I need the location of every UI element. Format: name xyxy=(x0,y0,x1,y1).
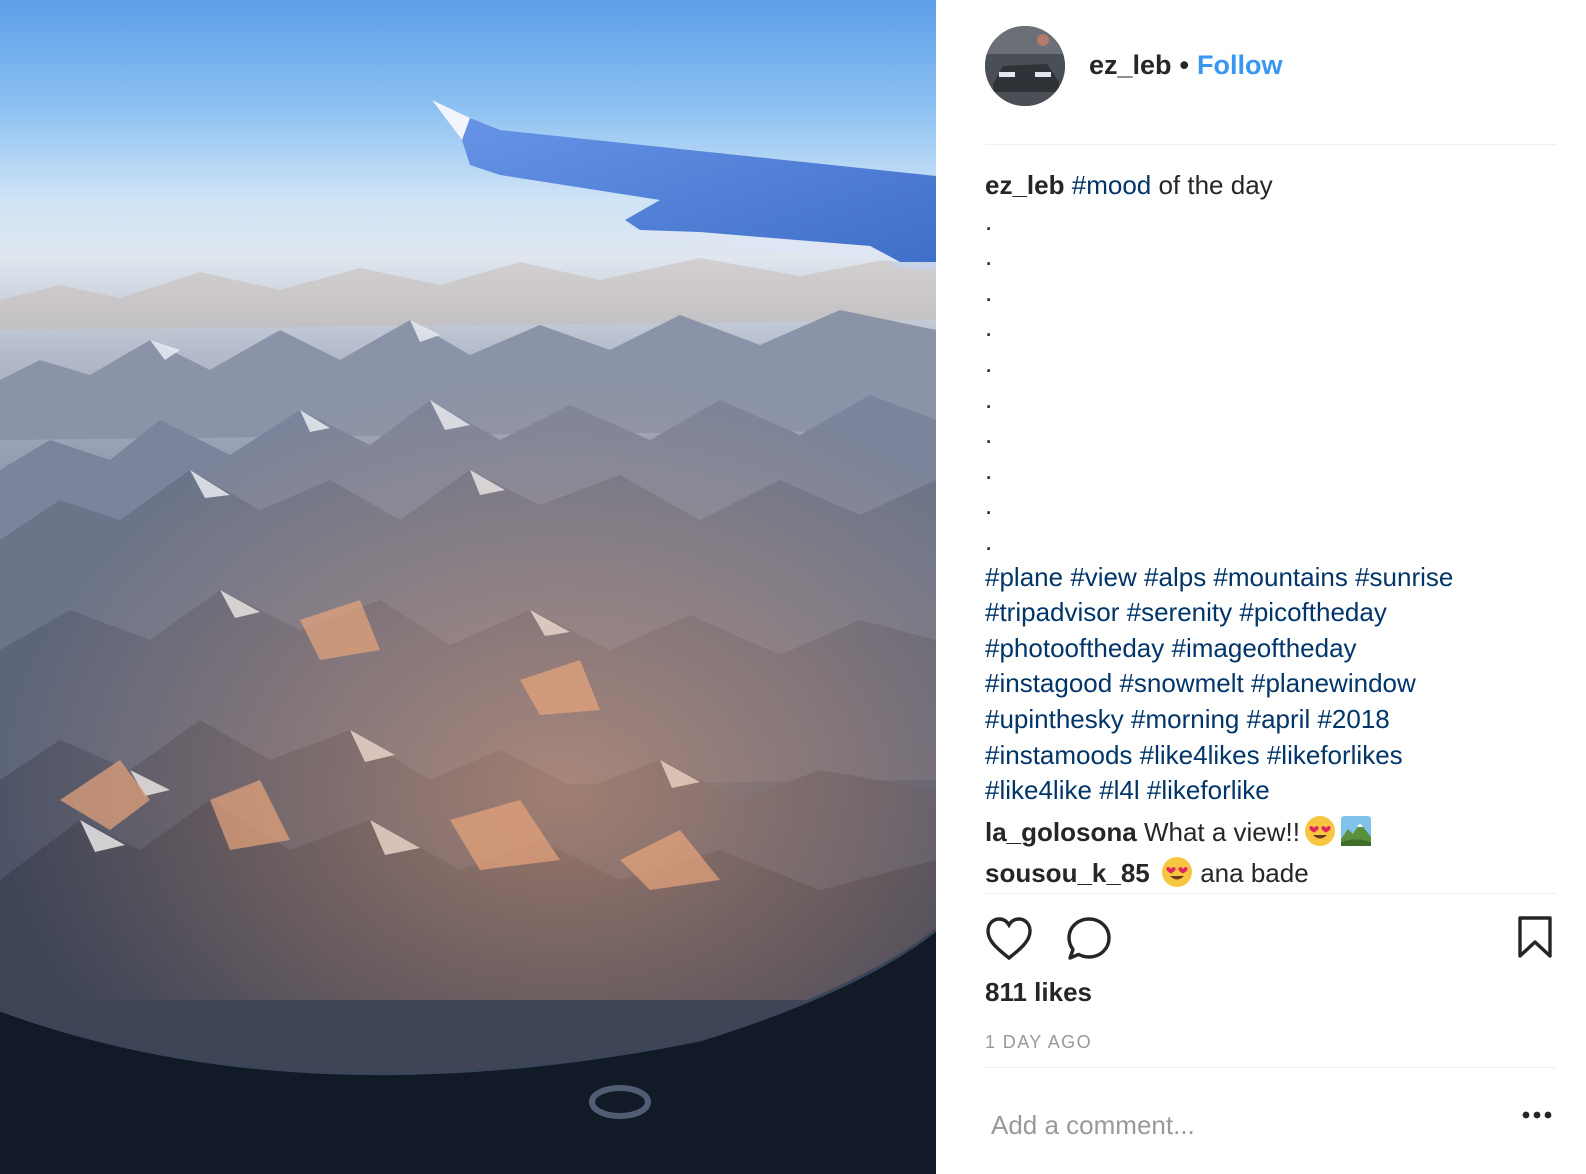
comment-text: What a view!! xyxy=(1143,816,1300,847)
hashtag-link[interactable]: #photooftheday xyxy=(985,633,1164,663)
comment-username[interactable]: sousou_k_85 xyxy=(985,858,1150,888)
comment-icon[interactable] xyxy=(1066,916,1112,962)
hashtag-link[interactable]: #sunrise xyxy=(1355,562,1453,592)
hashtag-line: #instagood #snowmelt #planewindow xyxy=(985,666,1556,702)
hashtag-link[interactable]: #like4likes xyxy=(1140,740,1260,770)
caption-dot-line: . xyxy=(985,383,993,414)
hashtag-link[interactable]: #instamoods xyxy=(985,740,1132,770)
post-photo[interactable] xyxy=(0,0,936,1174)
caption-hashtags: #plane #view #alps #mountains #sunrise #t… xyxy=(985,560,1556,809)
add-comment-section xyxy=(985,1067,1556,1174)
hashtag-line: #photooftheday #imageoftheday xyxy=(985,631,1556,667)
hashtag-link[interactable]: #morning xyxy=(1131,704,1239,734)
username-link[interactable]: ez_leb xyxy=(1089,50,1172,81)
instagram-post: ez_leb • Follow ez_leb #mood of the day … xyxy=(0,0,1586,1174)
separator-dot: • xyxy=(1179,50,1189,80)
avatar-image xyxy=(985,26,1065,106)
hashtag-link[interactable]: #april xyxy=(1247,704,1311,734)
caption-dot-line: . xyxy=(985,312,993,343)
hashtag-link[interactable]: #mountains xyxy=(1213,562,1347,592)
action-bar xyxy=(985,893,1556,964)
hashtag-link[interactable]: #l4l xyxy=(1099,775,1139,805)
avatar[interactable] xyxy=(985,26,1065,106)
caption-dots: .......... xyxy=(985,204,1556,560)
caption-dot-line: . xyxy=(985,276,993,307)
national-park-emoji xyxy=(1341,815,1371,846)
hashtag-line: #plane #view #alps #mountains #sunrise xyxy=(985,560,1556,596)
comment-text: ana bade xyxy=(1200,858,1309,889)
hashtag-line: #tripadvisor #serenity #picoftheday xyxy=(985,595,1556,631)
hashtag-link[interactable]: #imageoftheday xyxy=(1172,633,1357,663)
hashtag-link[interactable]: #alps xyxy=(1144,562,1206,592)
comments-list[interactable]: ez_leb #mood of the day .......... #plan… xyxy=(985,168,1556,893)
comment-input[interactable] xyxy=(989,1104,1473,1146)
caption-dot-line: . xyxy=(985,419,993,450)
hashtag-link[interactable]: #tripadvisor xyxy=(985,597,1119,627)
heart-eyes-emoji xyxy=(1305,815,1335,846)
more-options-icon[interactable] xyxy=(1522,1110,1552,1120)
caption-dot-line: . xyxy=(985,205,993,236)
comment-row: sousou_k_85 ana bade xyxy=(985,856,1556,892)
hashtag-link[interactable]: #likeforlikes xyxy=(1267,740,1403,770)
hashtag-link[interactable]: #plane xyxy=(985,562,1063,592)
post-header: ez_leb • Follow xyxy=(985,26,1556,145)
caption-dot-line: . xyxy=(985,347,993,378)
post-timestamp[interactable]: 1 DAY AGO xyxy=(985,1032,1092,1053)
hashtag-link[interactable]: #instagood xyxy=(985,668,1112,698)
hashtag-link[interactable]: #upinthesky xyxy=(985,704,1124,734)
post-side-panel: ez_leb • Follow ez_leb #mood of the day … xyxy=(936,0,1586,1174)
caption-hashtag[interactable]: #mood xyxy=(1072,170,1152,200)
bookmark-icon[interactable] xyxy=(1518,916,1552,958)
hashtag-line: #like4like #l4l #likeforlike xyxy=(985,773,1556,809)
hashtag-link[interactable]: #serenity xyxy=(1127,597,1233,627)
hashtag-link[interactable]: #2018 xyxy=(1317,704,1389,734)
hashtag-link[interactable]: #picoftheday xyxy=(1239,597,1386,627)
comment-rows: la_golosona What a view!! sousou_k_85 ana… xyxy=(985,815,1556,892)
caption: ez_leb #mood of the day xyxy=(985,168,1556,204)
airplane-window-mountain-photo xyxy=(0,0,936,1174)
hashtag-link[interactable]: #likeforlike xyxy=(1147,775,1270,805)
caption-text: of the day xyxy=(1151,170,1273,200)
hashtag-link[interactable]: #snowmelt xyxy=(1119,668,1243,698)
hashtag-link[interactable]: #planewindow xyxy=(1251,668,1416,698)
follow-button[interactable]: Follow xyxy=(1197,50,1282,81)
heart-icon[interactable] xyxy=(985,916,1033,962)
comment-username[interactable]: la_golosona xyxy=(985,817,1137,847)
hashtag-link[interactable]: #like4like xyxy=(985,775,1092,805)
comment-row: la_golosona What a view!! xyxy=(985,815,1556,851)
header-names: ez_leb • Follow xyxy=(1089,50,1282,81)
caption-dot-line: . xyxy=(985,241,993,272)
hashtag-line: #instamoods #like4likes #likeforlikes xyxy=(985,738,1556,774)
hashtag-line: #upinthesky #morning #april #2018 xyxy=(985,702,1556,738)
likes-count[interactable]: 811 likes xyxy=(985,977,1092,1008)
hashtag-link[interactable]: #view xyxy=(1070,562,1136,592)
caption-username[interactable]: ez_leb xyxy=(985,170,1065,200)
caption-dot-line: . xyxy=(985,454,993,485)
caption-dot-line: . xyxy=(985,525,993,556)
heart-eyes-emoji xyxy=(1161,857,1192,888)
caption-dot-line: . xyxy=(985,490,993,521)
